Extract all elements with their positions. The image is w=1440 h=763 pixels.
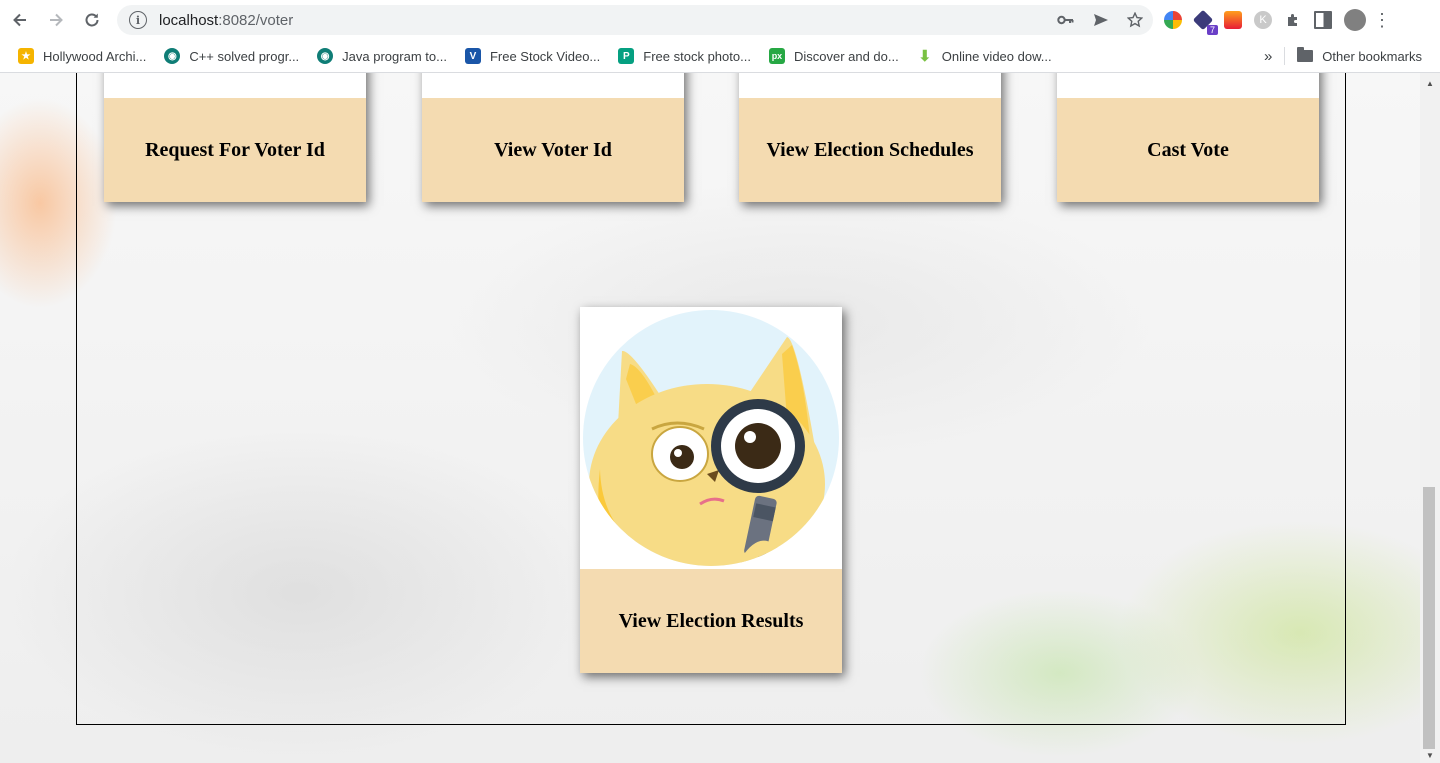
gradient-extension-icon[interactable] <box>1224 11 1242 29</box>
send-icon[interactable] <box>1093 13 1109 27</box>
card-label: View Election Results <box>618 609 804 632</box>
extensions-area: 7 K ⋮ <box>1164 8 1391 35</box>
bookmark-discover[interactable]: px Discover and do... <box>768 48 899 64</box>
back-button[interactable] <box>4 4 36 36</box>
bookmark-stock-photo[interactable]: P Free stock photo... <box>618 48 751 64</box>
star-icon[interactable] <box>1127 12 1143 28</box>
card-image <box>422 73 684 98</box>
key-icon[interactable] <box>1057 13 1075 27</box>
card-label: View Voter Id <box>494 138 612 161</box>
bookmarks-overflow-button[interactable]: » <box>1264 48 1272 65</box>
forward-button[interactable] <box>40 4 72 36</box>
request-voter-id-card[interactable]: Request For Voter Id <box>104 73 366 202</box>
url-host: localhost <box>159 11 219 29</box>
gem-extension[interactable]: 7 <box>1192 9 1218 35</box>
view-election-schedules-card[interactable]: View Election Schedules <box>739 73 1001 202</box>
bookmark-cpp[interactable]: ◉ C++ solved progr... <box>164 48 299 64</box>
address-bar[interactable]: i localhost:8082/voter <box>117 5 1153 35</box>
bookmark-stock-video[interactable]: V Free Stock Video... <box>464 48 600 64</box>
px-icon: px <box>768 48 785 64</box>
k-extension-icon[interactable]: K <box>1254 11 1272 29</box>
v-icon: V <box>464 48 481 64</box>
profile-avatar[interactable] <box>1344 9 1366 31</box>
card-label: Cast Vote <box>1147 138 1229 161</box>
forward-arrow-icon <box>50 13 63 27</box>
view-voter-id-card[interactable]: View Voter Id <box>422 73 684 202</box>
reload-icon <box>85 13 99 27</box>
other-bookmarks-button[interactable]: Other bookmarks <box>1297 47 1422 64</box>
hollywood-icon: ★ <box>18 48 34 64</box>
pw-icon: ◉ <box>317 48 334 64</box>
cat-magnifier-icon <box>583 310 839 566</box>
browser-toolbar: i localhost:8082/voter 7 K ⋮ <box>0 0 1440 40</box>
site-info-icon[interactable]: i <box>129 11 147 29</box>
card-label: View Election Schedules <box>766 138 974 161</box>
back-arrow-icon <box>13 13 26 27</box>
card-label: Request For Voter Id <box>145 138 325 161</box>
url-text[interactable]: localhost:8082/voter <box>159 12 293 29</box>
kebab-menu-icon[interactable]: ⋮ <box>1373 10 1391 30</box>
page-viewport: Request For Voter Id View Voter Id View … <box>0 73 1420 763</box>
color-picker-extension-icon[interactable] <box>1164 11 1182 29</box>
pw-icon: ◉ <box>164 48 181 64</box>
side-panel-icon[interactable] <box>1314 11 1332 29</box>
extension-badge: 7 <box>1206 25 1218 35</box>
pexels-icon: P <box>618 48 635 64</box>
bookmark-hollywood[interactable]: ★ Hollywood Archi... <box>18 48 146 64</box>
puzzle-icon[interactable] <box>1284 11 1302 29</box>
card-image <box>739 73 1001 98</box>
url-path: :8082/voter <box>218 11 294 29</box>
reload-button[interactable] <box>76 4 108 36</box>
page-scrollbar[interactable]: ▲ ▼ <box>1420 73 1440 763</box>
card-image <box>580 307 842 569</box>
scroll-up-arrow-icon[interactable]: ▲ <box>1420 75 1440 91</box>
card-image <box>1057 73 1319 98</box>
scroll-down-arrow-icon[interactable]: ▼ <box>1420 747 1440 763</box>
omnibox-actions <box>1057 5 1143 35</box>
cast-vote-card[interactable]: Cast Vote <box>1057 73 1319 202</box>
scroll-thumb[interactable] <box>1423 487 1435 749</box>
view-election-results-card[interactable]: View Election Results <box>580 307 842 673</box>
bookmark-video-download[interactable]: ⬇ Online video dow... <box>917 48 1051 65</box>
bookmarks-separator <box>1284 47 1286 65</box>
card-image <box>104 73 366 98</box>
bookmarks-bar: ★ Hollywood Archi... ◉ C++ solved progr.… <box>0 40 1440 73</box>
bookmark-java[interactable]: ◉ Java program to... <box>317 48 447 64</box>
folder-icon <box>1297 47 1314 62</box>
download-icon: ⬇ <box>918 48 932 65</box>
bookmarks-right: » Other bookmarks <box>1264 40 1422 72</box>
